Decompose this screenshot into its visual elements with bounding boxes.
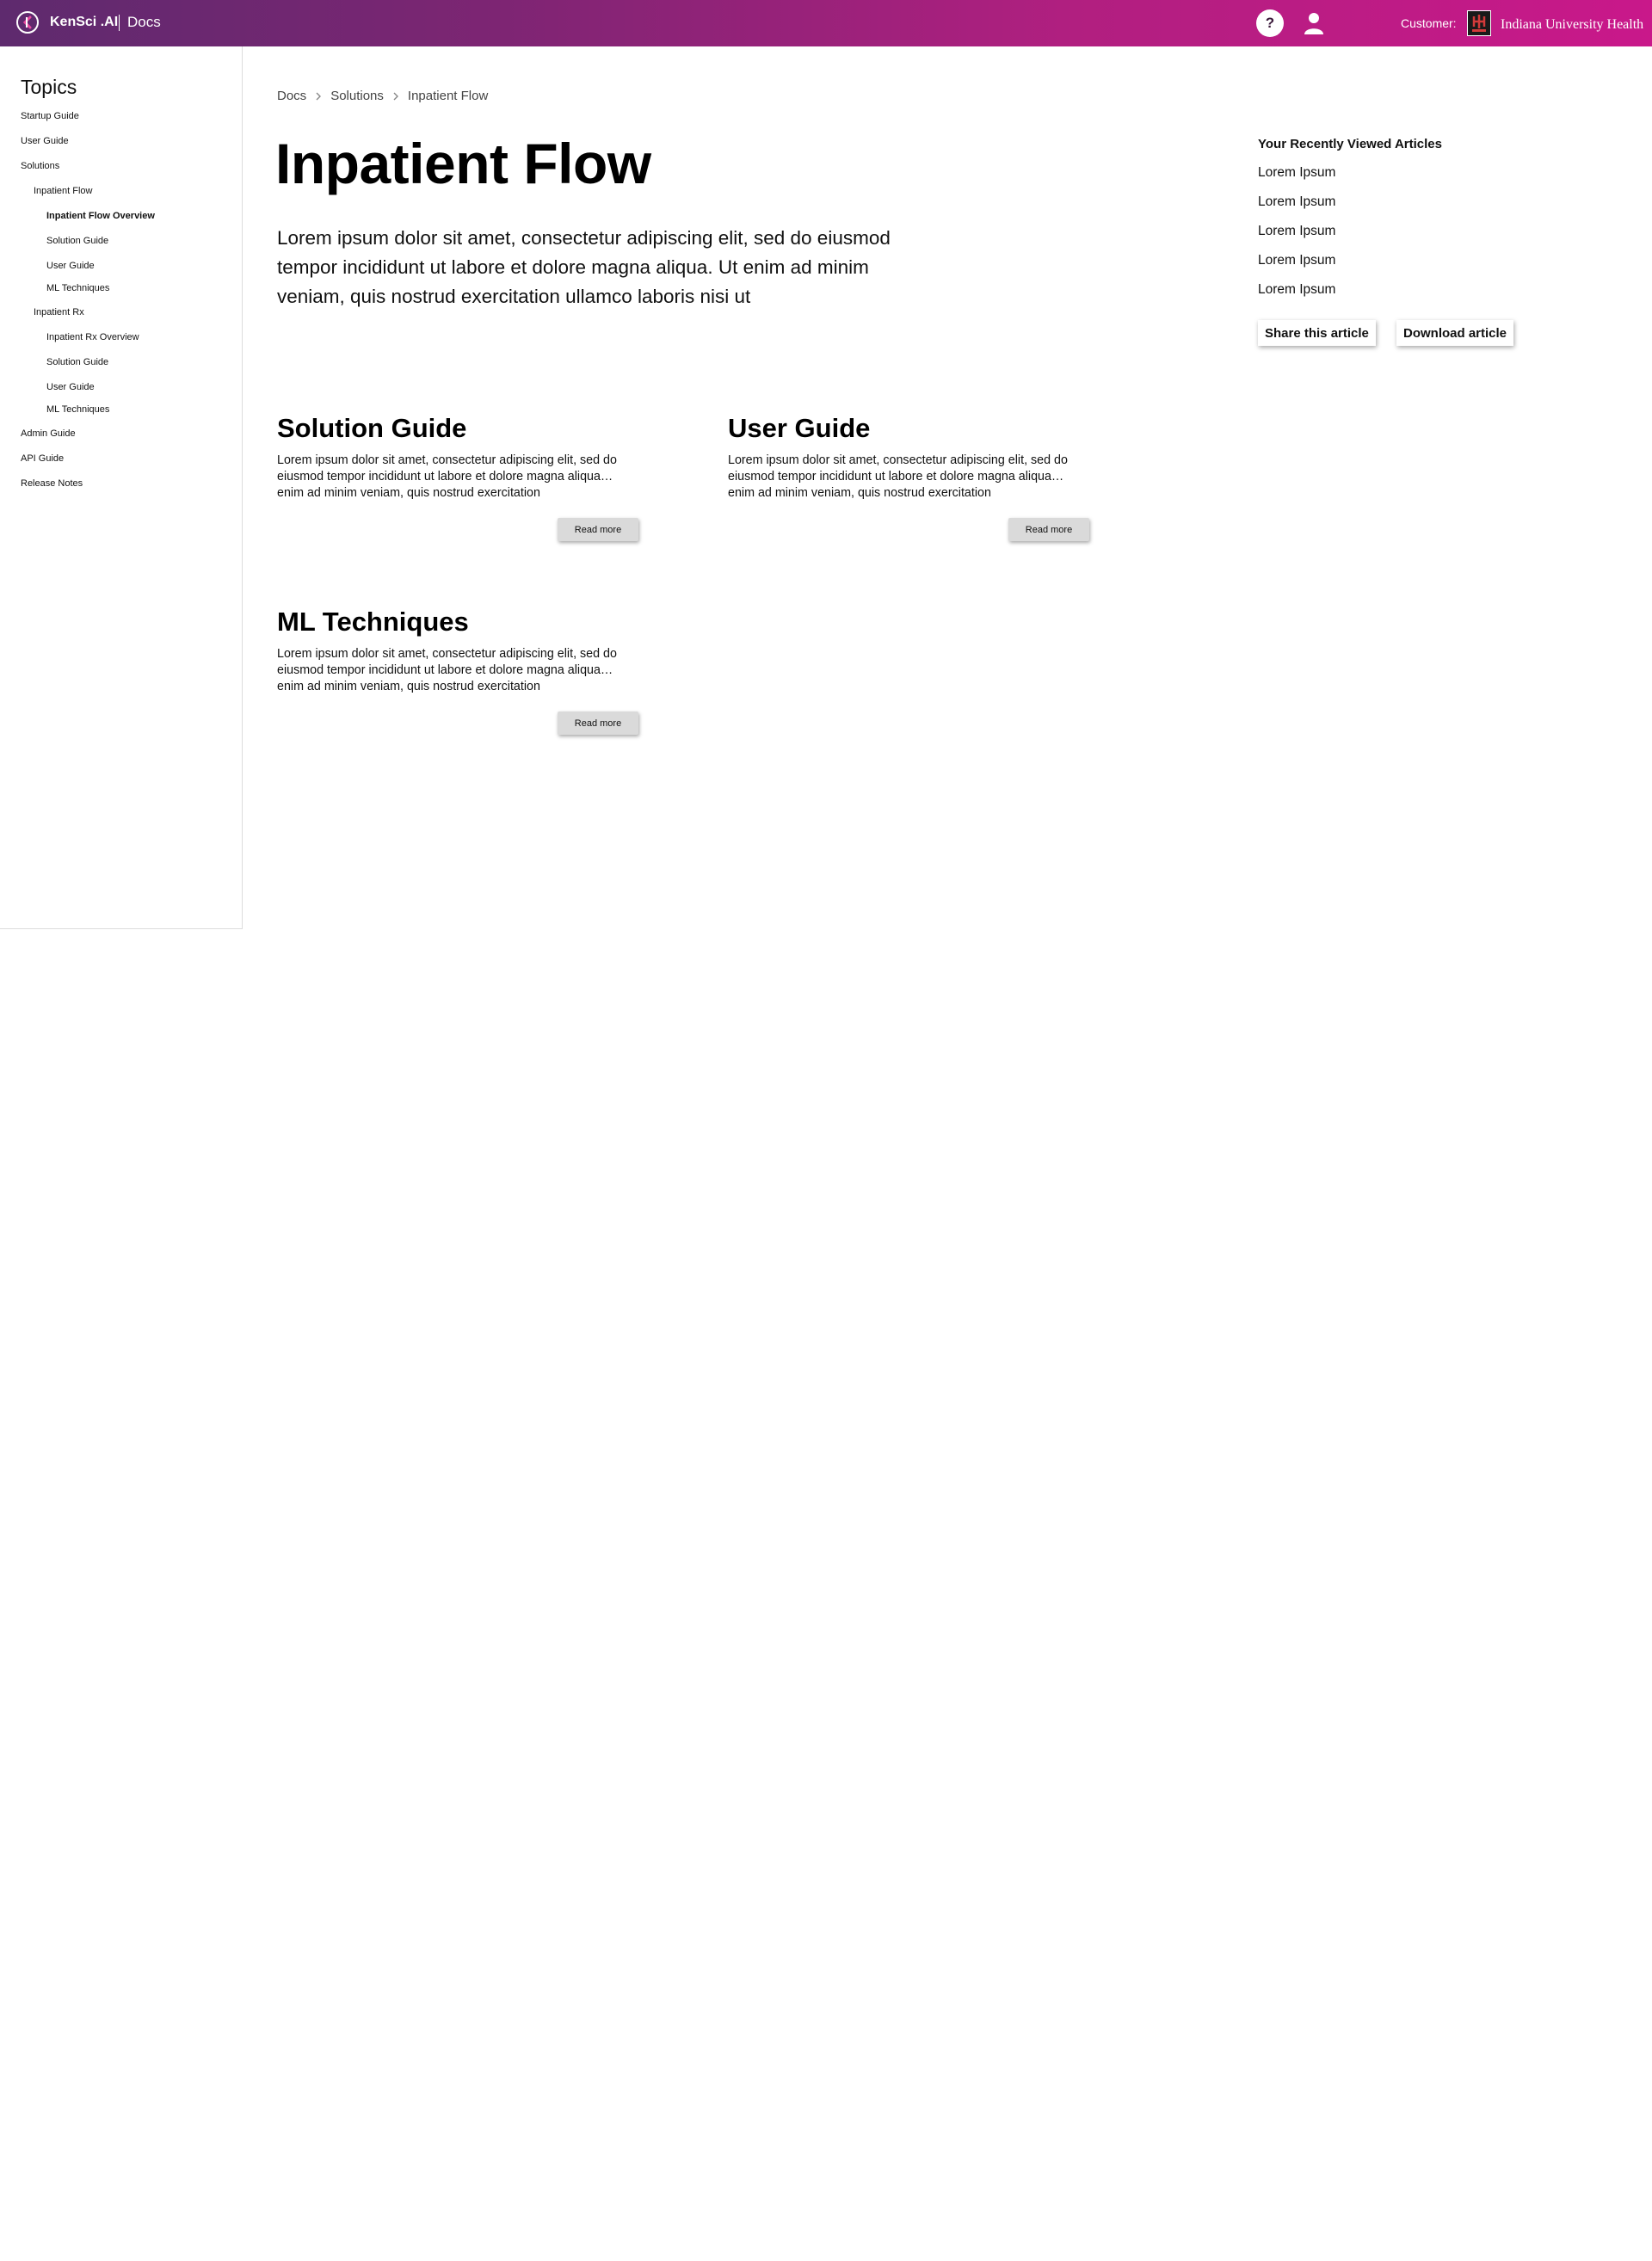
recent-article-link[interactable]: Lorem Ipsum	[1258, 282, 1335, 298]
recent-article-link[interactable]: Lorem Ipsum	[1258, 224, 1335, 239]
chevron-right-icon	[315, 91, 322, 102]
top-header: KenSci .AI Docs ? Customer: Indiana Univ…	[0, 0, 1652, 46]
topics-sidebar: Topics Startup Guide User Guide Solution…	[0, 46, 243, 929]
customer-label: Customer:	[1401, 16, 1457, 30]
sidebar-item-rx-user-guide[interactable]: User Guide	[46, 382, 95, 392]
section-title[interactable]: Docs	[127, 14, 161, 31]
sidebar-item-rx-ml-techniques[interactable]: ML Techniques	[46, 404, 109, 415]
recent-article-link[interactable]: Lorem Ipsum	[1258, 253, 1335, 268]
breadcrumb-inpatient-flow[interactable]: Inpatient Flow	[408, 89, 488, 103]
read-more-button[interactable]: Read more	[558, 518, 638, 541]
sidebar-item-inpatient-flow-overview[interactable]: Inpatient Flow Overview	[46, 211, 155, 221]
sidebar-item-inpatient-flow[interactable]: Inpatient Flow	[34, 186, 92, 196]
help-button[interactable]: ?	[1256, 9, 1284, 37]
page-intro: Lorem ipsum dolor sit amet, consectetur …	[277, 227, 891, 307]
sidebar-item-rx-solution-guide[interactable]: Solution Guide	[46, 357, 108, 367]
card-solution-guide: Solution Guide Lorem ipsum dolor sit ame…	[277, 413, 638, 541]
sidebar-item-api-guide[interactable]: API Guide	[21, 453, 64, 464]
sidebar-title: Topics	[21, 76, 77, 98]
user-account-button[interactable]	[1299, 9, 1328, 37]
user-avatar-icon	[1304, 13, 1323, 34]
sidebar-item-solutions[interactable]: Solutions	[21, 161, 59, 171]
sidebar-item-inpatient-rx-overview[interactable]: Inpatient Rx Overview	[46, 332, 139, 342]
customer-name: Indiana University Health	[1501, 17, 1644, 32]
card-title[interactable]: Solution Guide	[277, 413, 638, 444]
sidebar-item-flow-ml-techniques[interactable]: ML Techniques	[46, 283, 109, 293]
question-icon: ?	[1265, 15, 1275, 31]
sidebar-item-flow-user-guide[interactable]: User Guide	[46, 261, 95, 271]
brand-name[interactable]: KenSci .AI	[50, 15, 118, 30]
breadcrumb: Docs Solutions Inpatient Flow	[277, 89, 488, 103]
read-more-button[interactable]: Read more	[558, 712, 638, 735]
recent-article-link[interactable]: Lorem Ipsum	[1258, 165, 1335, 181]
sidebar-item-inpatient-rx[interactable]: Inpatient Rx	[34, 307, 84, 317]
chevron-right-icon	[392, 91, 399, 102]
customer-logo-icon	[1467, 10, 1491, 36]
recent-article-link[interactable]: Lorem Ipsum	[1258, 194, 1335, 210]
card-ml-techniques: ML Techniques Lorem ipsum dolor sit amet…	[277, 607, 638, 735]
card-text: Lorem ipsum dolor sit amet, consectetur …	[277, 453, 617, 500]
kensci-logo-icon[interactable]	[16, 11, 39, 34]
sidebar-item-admin-guide[interactable]: Admin Guide	[21, 428, 76, 439]
card-title[interactable]: ML Techniques	[277, 607, 638, 638]
read-more-button[interactable]: Read more	[1008, 518, 1089, 541]
brand-divider	[119, 15, 120, 31]
sidebar-item-release-notes[interactable]: Release Notes	[21, 478, 83, 489]
sidebar-item-flow-solution-guide[interactable]: Solution Guide	[46, 236, 108, 246]
card-title[interactable]: User Guide	[728, 413, 1089, 444]
card-text: Lorem ipsum dolor sit amet, consectetur …	[728, 453, 1068, 500]
breadcrumb-solutions[interactable]: Solutions	[330, 89, 384, 103]
share-article-button[interactable]: Share this article	[1258, 320, 1376, 346]
sidebar-item-startup-guide[interactable]: Startup Guide	[21, 111, 79, 121]
card-user-guide: User Guide Lorem ipsum dolor sit amet, c…	[728, 413, 1089, 541]
recently-viewed-title: Your Recently Viewed Articles	[1258, 137, 1442, 151]
breadcrumb-docs[interactable]: Docs	[277, 89, 306, 103]
download-article-button[interactable]: Download article	[1396, 320, 1514, 346]
card-text: Lorem ipsum dolor sit amet, consectetur …	[277, 647, 617, 693]
sidebar-item-user-guide[interactable]: User Guide	[21, 136, 69, 146]
page-title: Inpatient Flow	[275, 132, 651, 195]
